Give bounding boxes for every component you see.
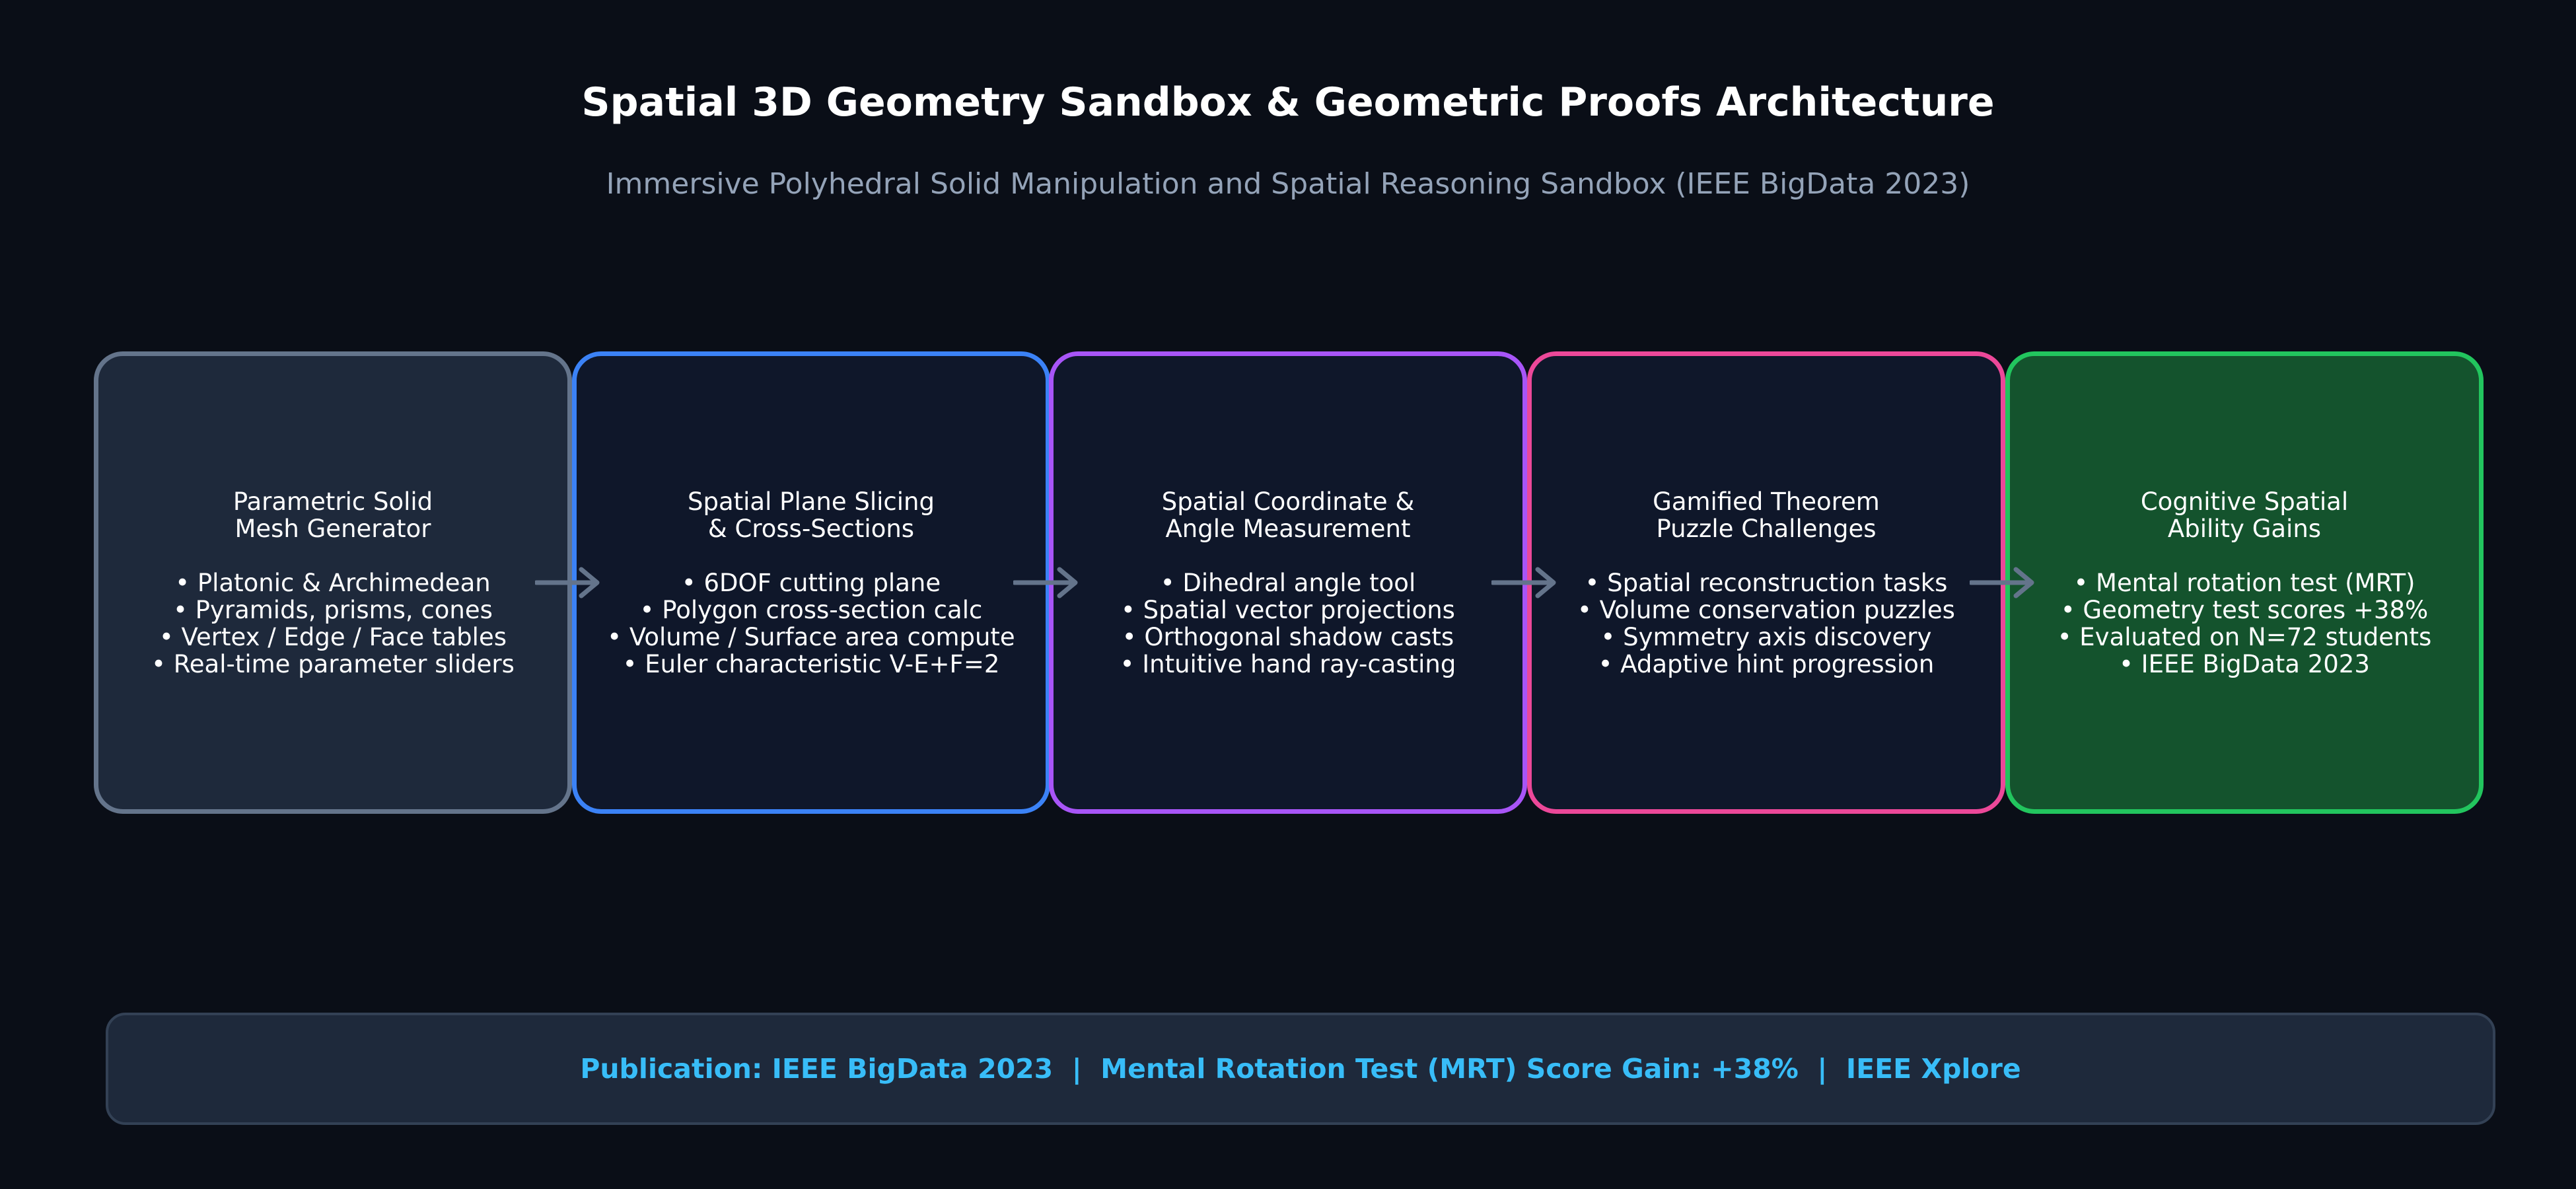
stage-title-line: Gamified Theorem: [1653, 487, 1880, 516]
stage-box-cognitive-gains: Cognitive Spatial Ability Gains • Mental…: [2005, 351, 2484, 814]
stage-bullet: • Adaptive hint progression: [1598, 649, 1935, 678]
stage-bullet: • Dihedral angle tool: [1160, 568, 1416, 597]
stage-bullet: • Volume / Surface area compute: [607, 622, 1015, 651]
stage-bullet: • Platonic & Archimedean: [175, 568, 491, 597]
stage-title-line: Angle Measurement: [1165, 514, 1411, 543]
stage-title-line: Spatial Plane Slicing: [688, 487, 935, 516]
stage-bullet: • Euler characteristic V-E+F=2: [622, 649, 1000, 678]
stage-box-theorem-puzzles: Gamified Theorem Puzzle Challenges • Spa…: [1527, 351, 2005, 814]
stage-bullet: • Intuitive hand ray-casting: [1120, 649, 1456, 678]
stage-bullet: • Evaluated on N=72 students: [2057, 622, 2432, 651]
stage-content: Spatial Plane Slicing & Cross-Sections •…: [607, 488, 1015, 678]
stage-bullet: • Polygon cross-section calc: [639, 595, 983, 624]
stage-box-mesh-generator: Parametric Solid Mesh Generator • Platon…: [94, 351, 572, 814]
stage-bullet: • Geometry test scores +38%: [2060, 595, 2429, 624]
stage-box-coordinate-measurement: Spatial Coordinate & Angle Measurement •…: [1049, 351, 1527, 814]
stage-bullet: • Mental rotation test (MRT): [2073, 568, 2415, 597]
stage-bullet: • Spatial vector projections: [1121, 595, 1455, 624]
publication-banner: Publication: IEEE BigData 2023 | Mental …: [106, 1013, 2495, 1125]
stage-bullet: • 6DOF cutting plane: [681, 568, 941, 597]
stage-title-line: Ability Gains: [2167, 514, 2322, 543]
flow-arrow-icon: [1013, 567, 1078, 598]
flow-arrow-icon: [1970, 567, 2034, 598]
stage-content: Cognitive Spatial Ability Gains • Mental…: [2057, 488, 2432, 678]
stage-bullet: • Pyramids, prisms, cones: [173, 595, 493, 624]
stage-title-line: Parametric Solid: [233, 487, 433, 516]
stage-title-line: Puzzle Challenges: [1656, 514, 1877, 543]
stage-title-line: Mesh Generator: [234, 514, 431, 543]
stage-title-line: & Cross-Sections: [707, 514, 915, 543]
stage-bullet: • IEEE BigData 2023: [2119, 649, 2370, 678]
flow-arrow-icon: [535, 567, 600, 598]
stage-title-line: Cognitive Spatial: [2140, 487, 2349, 516]
stage-bullet: • Vertex / Edge / Face tables: [159, 622, 507, 651]
diagram-title: Spatial 3D Geometry Sandbox & Geometric …: [581, 79, 1995, 126]
flow-arrow-icon: [1491, 567, 1556, 598]
stage-title-line: Spatial Coordinate &: [1161, 487, 1415, 516]
stage-content: Spatial Coordinate & Angle Measurement •…: [1120, 488, 1456, 678]
stage-content: Gamified Theorem Puzzle Challenges • Spa…: [1577, 488, 1955, 678]
stage-bullet: • Real-time parameter sliders: [151, 649, 515, 678]
stage-box-plane-slicing: Spatial Plane Slicing & Cross-Sections •…: [572, 351, 1050, 814]
stage-bullet: • Symmetry axis discovery: [1600, 622, 1932, 651]
stage-bullet: • Orthogonal shadow casts: [1122, 622, 1454, 651]
stage-content: Parametric Solid Mesh Generator • Platon…: [151, 488, 515, 678]
diagram-subtitle: Immersive Polyhedral Solid Manipulation …: [606, 167, 1970, 201]
stage-bullet: • Volume conservation puzzles: [1577, 595, 1955, 624]
stage-bullet: • Spatial reconstruction tasks: [1585, 568, 1948, 597]
